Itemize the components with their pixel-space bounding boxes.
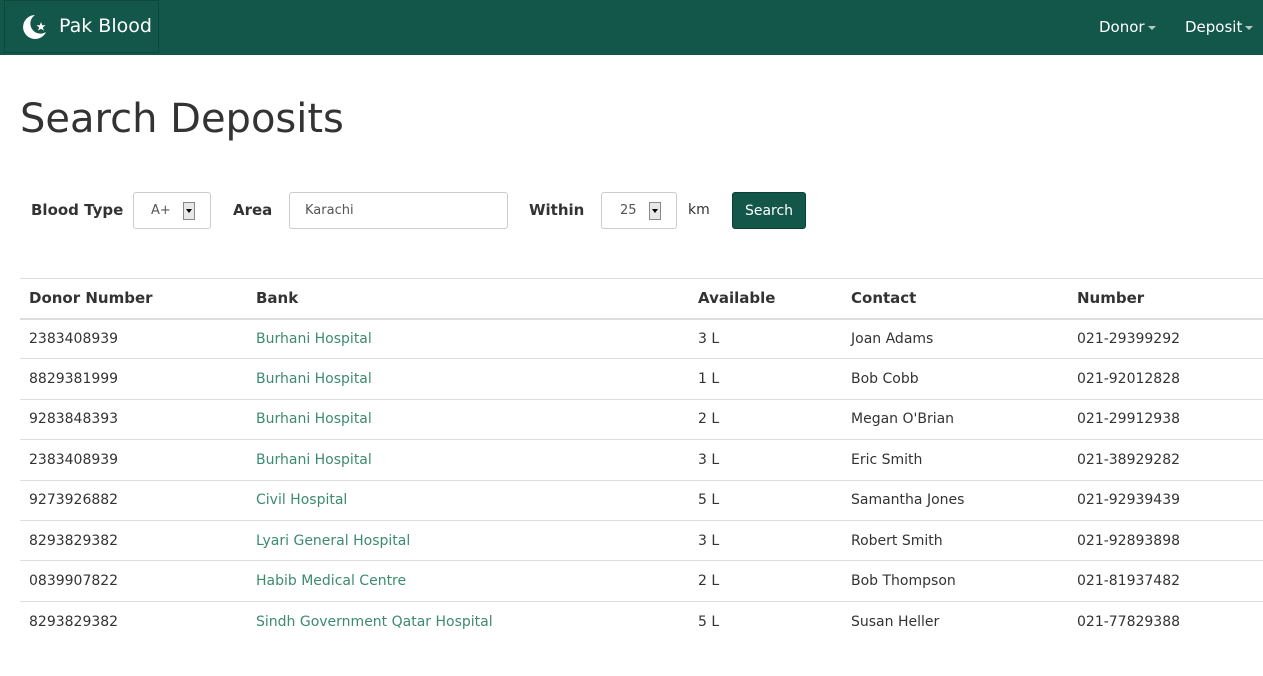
within-distance-value: 25 xyxy=(620,203,637,218)
caret-down-icon xyxy=(1245,25,1254,30)
within-distance-select[interactable]: 25 xyxy=(601,192,677,229)
bank-link[interactable]: Burhani Hospital xyxy=(256,411,372,427)
available-cell: 5 L xyxy=(698,613,720,630)
search-button[interactable]: Search xyxy=(732,192,806,229)
column-header-contact: Contact xyxy=(842,278,1068,320)
bank-cell: Burhani Hospital xyxy=(247,318,689,360)
phone-number-cell: 021-81937482 xyxy=(1068,560,1263,602)
bank-link[interactable]: Burhani Hospital xyxy=(256,371,372,387)
bank-cell: Burhani Hospital xyxy=(247,358,689,400)
nav-deposit-dropdown[interactable]: Deposit xyxy=(1185,18,1254,36)
available-cell: 2 L xyxy=(689,560,842,602)
donor-number-cell: 8293829382 xyxy=(20,520,247,562)
blood-type-label: Blood Type xyxy=(31,201,124,219)
table-row: 2383408939 Burhani Hospital 3 L Eric Smi… xyxy=(20,439,1263,481)
available-cell: 3 L xyxy=(689,439,842,481)
dropdown-arrow-icon xyxy=(183,202,195,220)
bank-link[interactable]: Burhani Hospital xyxy=(256,452,372,468)
donor-number-cell: 2383408939 xyxy=(20,318,247,360)
contact-cell: Bob Thompson xyxy=(842,560,1068,602)
blood-type-select[interactable]: A+ xyxy=(133,192,211,229)
blood-type-value: A+ xyxy=(151,203,171,218)
distance-unit: km xyxy=(688,202,710,218)
page-title: Search Deposits xyxy=(20,96,344,142)
bank-cell: Civil Hospital xyxy=(247,480,689,521)
available-cell: 1 L xyxy=(689,358,842,400)
bank-link[interactable]: Burhani Hospital xyxy=(256,331,372,347)
contact-cell: Susan Heller xyxy=(851,613,940,630)
available-cell: 3 L xyxy=(689,318,842,360)
table-row: 2383408939 Burhani Hospital 3 L Joan Ada… xyxy=(20,318,1263,360)
phone-number-cell: 021-92012828 xyxy=(1068,358,1263,400)
deposits-table: Donor Number Bank Available Contact Numb… xyxy=(20,278,1263,642)
crescent-star-icon xyxy=(23,15,46,39)
within-label: Within xyxy=(529,201,585,219)
table-row: 8293829382 Sindh Government Qatar Hospit… xyxy=(20,601,1263,641)
dropdown-arrow-icon xyxy=(649,202,661,220)
contact-cell: Samantha Jones xyxy=(842,480,1068,521)
bank-link[interactable]: Habib Medical Centre xyxy=(256,573,406,589)
donor-number-cell: 0839907822 xyxy=(20,560,247,602)
phone-number-cell: 021-92893898 xyxy=(1068,520,1263,562)
phone-number-cell: 021-29399292 xyxy=(1068,318,1263,360)
caret-down-icon xyxy=(1147,25,1156,30)
donor-number-cell: 8829381999 xyxy=(20,358,247,400)
contact-cell: Eric Smith xyxy=(842,439,1068,481)
bank-cell: Burhani Hospital xyxy=(247,439,689,481)
bank-link[interactable]: Sindh Government Qatar Hospital xyxy=(256,614,493,630)
phone-number-cell: 021-29912938 xyxy=(1068,399,1263,441)
contact-cell: Bob Cobb xyxy=(842,358,1068,400)
bank-link[interactable]: Lyari General Hospital xyxy=(256,533,410,549)
brand-name: Pak Blood xyxy=(59,15,152,37)
bank-cell: Lyari General Hospital xyxy=(247,520,689,562)
column-header-bank: Bank xyxy=(247,278,689,320)
phone-number-cell: 021-77829388 xyxy=(1077,613,1181,630)
column-header-donor-number: Donor Number xyxy=(20,278,247,320)
contact-cell: Robert Smith xyxy=(842,520,1068,562)
navbar: Pak Blood Donor Deposit xyxy=(0,0,1263,55)
contact-cell: Joan Adams xyxy=(842,318,1068,360)
table-row: 0839907822 Habib Medical Centre 2 L Bob … xyxy=(20,560,1263,602)
table-header-row: Donor Number Bank Available Contact Numb… xyxy=(20,278,1263,320)
donor-number-cell: 9273926882 xyxy=(20,480,247,521)
table-row: 9273926882 Civil Hospital 5 L Samantha J… xyxy=(20,480,1263,521)
table-row: 8293829382 Lyari General Hospital 3 L Ro… xyxy=(20,520,1263,562)
nav-deposit-label: Deposit xyxy=(1185,18,1243,36)
phone-number-cell: 021-38929282 xyxy=(1068,439,1263,481)
bank-link[interactable]: Civil Hospital xyxy=(256,492,347,508)
nav-donor-dropdown[interactable]: Donor xyxy=(1099,18,1156,36)
area-label: Area xyxy=(233,201,273,219)
phone-number-cell: 021-92939439 xyxy=(1068,480,1263,521)
available-cell: 5 L xyxy=(689,480,842,521)
column-header-number: Number xyxy=(1068,278,1263,320)
available-cell: 2 L xyxy=(689,399,842,441)
table-row: 9283848393 Burhani Hospital 2 L Megan O'… xyxy=(20,399,1263,441)
table-row: 8829381999 Burhani Hospital 1 L Bob Cobb… xyxy=(20,358,1263,400)
column-header-available: Available xyxy=(689,278,842,320)
donor-number-cell: 8293829382 xyxy=(29,613,119,630)
available-cell: 3 L xyxy=(689,520,842,562)
nav-donor-label: Donor xyxy=(1099,18,1145,36)
area-input[interactable] xyxy=(289,192,508,229)
bank-cell: Burhani Hospital xyxy=(247,399,689,441)
donor-number-cell: 2383408939 xyxy=(20,439,247,481)
bank-cell: Habib Medical Centre xyxy=(247,560,689,602)
bank-cell: Sindh Government Qatar Hospital xyxy=(247,601,689,641)
contact-cell: Megan O'Brian xyxy=(842,399,1068,441)
brand-link[interactable]: Pak Blood xyxy=(4,0,159,53)
donor-number-cell: 9283848393 xyxy=(20,399,247,441)
